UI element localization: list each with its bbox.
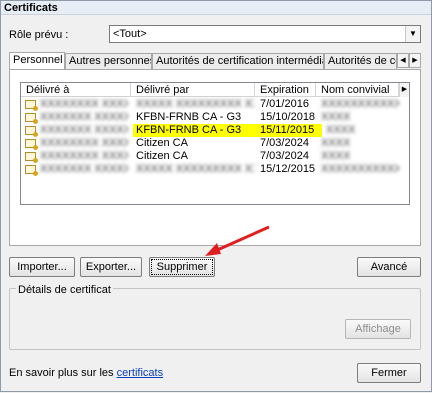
certificate-icon: [25, 152, 38, 163]
friendly-name-cell: XXXX: [321, 137, 351, 149]
certificate-icon: [25, 165, 38, 176]
column-issued-to[interactable]: Délivré à: [21, 83, 131, 97]
view-button: Affichage: [345, 319, 411, 339]
table-row[interactable]: XXXXXXXX XXXXX XXXXX XXXXXXXXX XX 7/01/2…: [21, 98, 409, 111]
window-title: Certificats: [4, 2, 58, 14]
delete-button[interactable]: Supprimer: [149, 257, 215, 277]
expiration-cell: 15/10/2018: [260, 111, 315, 123]
column-friendly-name[interactable]: Nom convivial: [316, 83, 399, 97]
certificate-details-label: Détails de certificat: [16, 284, 113, 296]
title-bar: Certificats: [1, 1, 431, 15]
learn-more-text: En savoir plus sur les certificats: [9, 367, 163, 379]
expiration-cell: 7/01/2016: [260, 98, 309, 110]
close-button[interactable]: Fermer: [357, 363, 421, 383]
column-expiration[interactable]: Expiration: [255, 83, 316, 97]
issued-to-cell: XXXXXXXX XXXXXX: [40, 150, 128, 162]
issued-to-cell: XXXXXXX XXXXXXX: [40, 124, 128, 136]
friendly-name-cell: XXXX: [326, 124, 356, 136]
column-issued-by[interactable]: Délivré par: [131, 83, 255, 97]
issued-by-cell: Citizen CA: [136, 137, 188, 149]
export-button[interactable]: Exporter...: [80, 257, 142, 277]
tab-other-people[interactable]: Autres personnes: [65, 53, 152, 69]
personal-tab-panel: Délivré à Délivré par Expiration Nom con…: [9, 69, 421, 246]
chevron-down-icon[interactable]: ▼: [405, 26, 420, 42]
tab-personal[interactable]: Personnel: [9, 52, 65, 70]
issued-by-cell: XXXXX XXXXXXXXX XX: [136, 98, 254, 110]
certificate-icon: [25, 126, 38, 137]
intended-role-value: <Tout>: [113, 28, 147, 40]
column-header-row: Délivré à Délivré par Expiration Nom con…: [21, 83, 409, 97]
tab-scroll-left-icon[interactable]: ◀: [397, 53, 409, 68]
tab-scroll-right-icon[interactable]: ▶: [409, 53, 421, 68]
friendly-name-cell: XXXXXXXXXXX: [321, 163, 399, 175]
intended-role-select[interactable]: <Tout> ▼: [109, 25, 421, 43]
issued-by-cell: KFBN-FRNB CA - G3: [133, 124, 258, 137]
certificates-link[interactable]: certificats: [117, 367, 163, 379]
expiration-cell: 15/11/2015: [258, 124, 322, 137]
certificate-icon: [25, 139, 38, 150]
issued-to-cell: XXXXXXXX XXXXXX: [40, 137, 128, 149]
issued-to-cell: XXXXXXXX XXXXX: [40, 98, 128, 110]
certificates-dialog: Certificats Rôle prévu : <Tout> ▼ Person…: [0, 0, 432, 392]
scroll-right-icon[interactable]: ▶: [399, 83, 409, 97]
table-row[interactable]: XXXXXXX XXXXXXX KFBN-FRNB CA - G3 15/11/…: [21, 124, 409, 137]
tab-root-ca[interactable]: Autorités de certifi: [324, 53, 397, 69]
import-button[interactable]: Importer...: [9, 257, 75, 277]
advanced-button[interactable]: Avancé: [357, 257, 421, 277]
table-row[interactable]: XXXXXXX XXXXXXX KFBN-FRNB CA - G3 15/10/…: [21, 111, 409, 124]
friendly-name-cell: XXXX: [321, 111, 351, 123]
issued-by-cell: XXXXX XXXXXXXXX XX: [136, 163, 254, 175]
tab-strip: Personnel Autres personnes Autorités de …: [9, 52, 421, 70]
certificate-list[interactable]: Délivré à Délivré par Expiration Nom con…: [20, 82, 410, 205]
tab-intermediate-ca[interactable]: Autorités de certification intermédiaire…: [152, 53, 324, 69]
expiration-cell: 7/03/2024: [260, 137, 309, 149]
certificate-icon: [25, 100, 38, 111]
learn-more-prefix: En savoir plus sur les: [9, 367, 117, 379]
table-row[interactable]: XXXXXXX XXXXXX XXXXX XXXXXXXXX XX 15/12/…: [21, 163, 409, 176]
issued-by-cell: Citizen CA: [136, 150, 188, 162]
expiration-cell: 15/12/2015: [260, 163, 315, 175]
issued-by-cell: KFBN-FRNB CA - G3: [136, 111, 242, 123]
table-row[interactable]: XXXXXXXX XXXXXX Citizen CA 7/03/2024 XXX…: [21, 137, 409, 150]
issued-to-cell: XXXXXXX XXXXXX: [40, 163, 128, 175]
friendly-name-cell: XXXX: [321, 150, 351, 162]
friendly-name-cell: XXXXXXXXXXXX: [321, 98, 399, 110]
certificate-icon: [25, 113, 38, 124]
intended-role-label: Rôle prévu :: [9, 29, 69, 41]
table-row[interactable]: XXXXXXXX XXXXXX Citizen CA 7/03/2024 XXX…: [21, 150, 409, 163]
issued-to-cell: XXXXXXX XXXXXXX: [40, 111, 128, 123]
expiration-cell: 7/03/2024: [260, 150, 309, 162]
